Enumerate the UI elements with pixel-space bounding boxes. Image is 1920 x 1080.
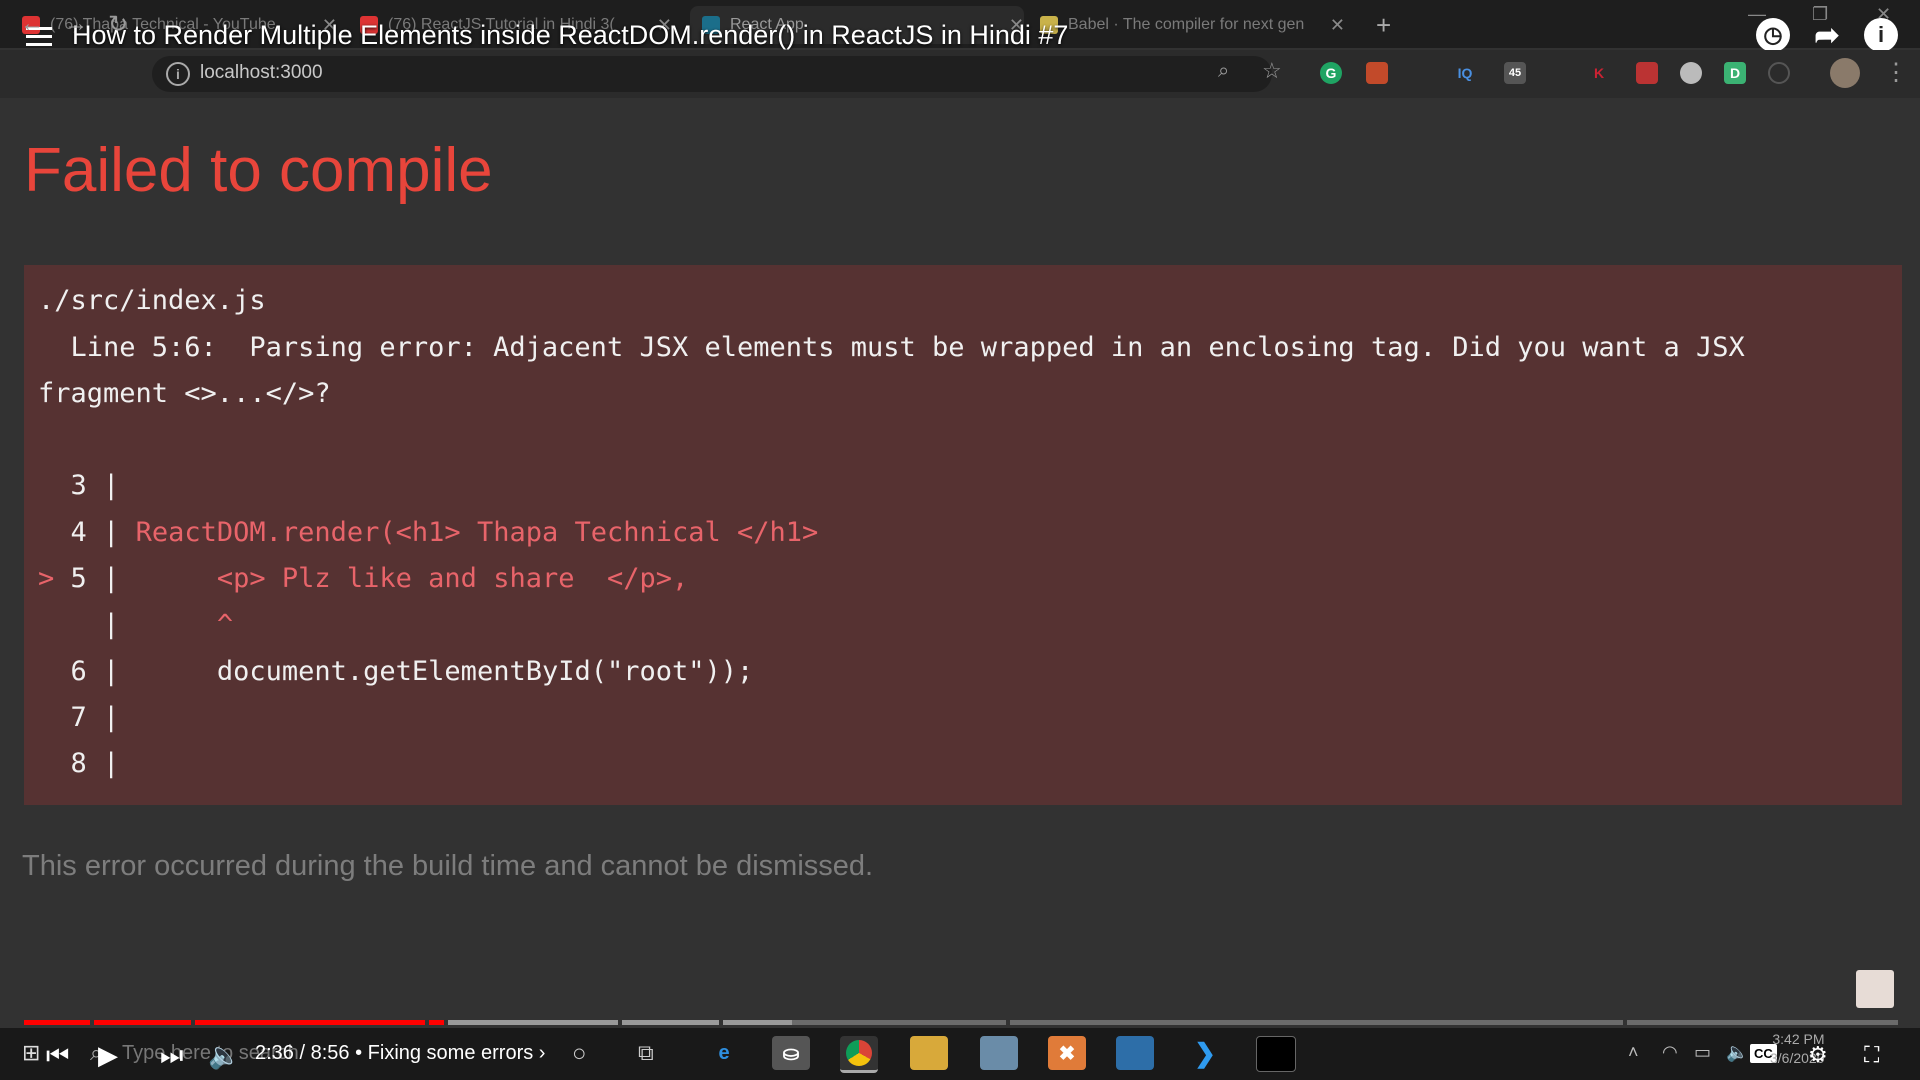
volume-icon[interactable]: 🔈 [208,1040,240,1071]
back-icon[interactable]: ← [20,10,44,38]
extension-icon[interactable] [1768,62,1790,84]
chapter-marker [1005,1020,1010,1025]
extension-icon[interactable] [1636,62,1658,84]
browser-menu-icon[interactable]: ⋮ [1884,58,1908,87]
extension-icon[interactable] [1680,62,1702,84]
battery-icon[interactable]: ▭ [1694,1042,1711,1063]
reload-icon[interactable]: ↻ [108,10,128,39]
vscode-app-icon[interactable]: ❯ [1186,1036,1224,1070]
app-icon[interactable] [1116,1036,1154,1070]
code-line: 6 | document.getElementById("root")); [70,656,754,687]
error-message-cont: fragment <>...</>? [38,378,331,409]
task-view-icon[interactable]: ⧉ [638,1040,654,1066]
error-file-path: ./src/index.js [38,285,266,316]
chapter-marker [719,1020,724,1025]
forward-icon[interactable]: → [64,10,88,38]
code-line: 8 | [70,748,120,779]
code-caret-line: | ^ [86,609,234,640]
file-explorer-icon[interactable] [910,1036,948,1070]
code-line: 3 | [70,470,120,501]
previous-icon[interactable]: ⏮ [46,1040,69,1072]
app-icon[interactable] [980,1036,1018,1070]
channel-watermark[interactable] [1856,970,1894,1008]
error-footer-note: This error occurred during the build tim… [22,850,874,882]
chapter-marker [443,1020,448,1025]
grammarly-extension-icon[interactable]: G [1320,62,1342,84]
chapter-marker [618,1020,623,1025]
chapter-marker [89,1020,94,1025]
bookmark-star-icon[interactable]: ☆ [1262,58,1282,84]
chapter-title[interactable]: • Fixing some errors › [355,1042,545,1064]
extension-icon[interactable] [1366,62,1388,84]
edge-app-icon[interactable]: e [705,1036,743,1070]
info-icon[interactable]: i [1864,18,1898,52]
network-icon[interactable]: ◠ [1662,1042,1678,1063]
windows-start-icon[interactable]: ⊞ [22,1040,40,1066]
k-extension-icon[interactable]: K [1588,62,1610,84]
error-message: Line 5:6: Parsing error: Adjacent JSX el… [38,332,1745,363]
video-time-chapter[interactable]: 2:36 / 8:56 • Fixing some errors › [255,1042,545,1065]
code-line: 7 | [70,702,120,733]
chrome-app-icon[interactable] [840,1036,878,1073]
error-title: Failed to compile [24,136,493,205]
close-tab-icon[interactable]: ✕ [1330,15,1345,36]
zoom-icon[interactable]: ⌕ [1218,60,1229,83]
chapter-marker [1622,1020,1627,1025]
progress-played [24,1020,446,1025]
code-line: 4 | ReactDOM.render(<h1> Thapa Technical… [70,517,819,548]
tab-babel[interactable]: Babel · The compiler for next gen ✕ [1040,6,1345,44]
settings-gear-icon[interactable]: ⚙ [1808,1042,1828,1068]
new-tab-button[interactable]: + [1376,10,1391,41]
downloads-icon[interactable]: 45 [1504,62,1526,84]
watch-later-icon[interactable]: ◷ [1756,18,1790,52]
time-display: 2:36 / 8:56 [255,1042,350,1064]
extension-icon[interactable]: D [1724,62,1746,84]
terminal-app-icon[interactable] [1256,1036,1296,1072]
video-title[interactable]: How to Render Multiple Elements inside R… [72,20,1068,51]
downloads-badge: 45 [1508,67,1522,79]
show-hidden-icons[interactable]: ˄ [1628,1042,1639,1063]
play-icon[interactable]: ▶ [98,1040,118,1071]
site-info-icon[interactable]: i [166,62,190,86]
tab-label: Babel · The compiler for next gen [1068,16,1305,33]
url-text[interactable]: localhost:3000 [200,62,323,84]
code-line-error: > 5 | <p> Plz like and share </p>, [38,563,689,594]
speaker-icon[interactable]: 🔈 [1726,1042,1748,1063]
iq-extension-icon[interactable]: IQ [1454,62,1476,84]
profile-avatar[interactable] [1830,58,1860,88]
share-icon[interactable]: ➦ [1810,18,1844,52]
next-icon[interactable]: ⏭ [160,1040,183,1072]
xampp-app-icon[interactable]: ✖ [1048,1036,1086,1070]
chapter-marker [190,1020,195,1025]
chapter-marker [425,1020,430,1025]
cortana-icon[interactable]: ○ [572,1040,587,1068]
store-app-icon[interactable]: ⛀ [772,1036,810,1070]
fullscreen-icon[interactable]: ⛶ [1864,1042,1879,1068]
